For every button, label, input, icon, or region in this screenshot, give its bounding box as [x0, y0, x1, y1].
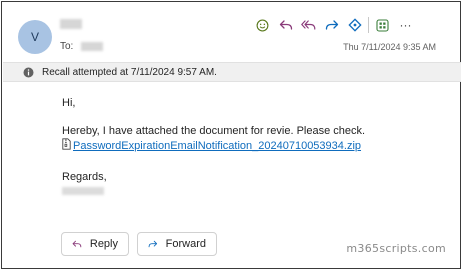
watermark: m365scripts.com: [346, 242, 446, 255]
received-timestamp: Thu 7/11/2024 9:35 AM: [343, 42, 436, 52]
recall-info-bar: Recall attempted at 7/11/2024 9:57 AM.: [3, 62, 461, 82]
sender-name-redacted: [60, 19, 82, 29]
signature-redacted: [62, 187, 104, 195]
forward-icon: [148, 240, 158, 248]
reply-label: Reply: [89, 238, 118, 250]
to-recipient-redacted[interactable]: [81, 42, 104, 51]
email-reading-pane: V To: ··· Thu 7/11/2024 9:35 AM Recall a…: [1, 1, 461, 269]
more-icon[interactable]: ···: [394, 15, 417, 35]
attachment-link-row[interactable]: PasswordExpirationEmailNotification_2024…: [62, 138, 365, 154]
recall-text: Recall attempted at 7/11/2024 9:57 AM.: [42, 66, 217, 78]
reply-icon: [72, 240, 82, 248]
to-row: To:: [60, 41, 104, 52]
toolbar-divider: [368, 17, 369, 33]
reply-button[interactable]: Reply: [61, 232, 129, 256]
reply-icon[interactable]: [274, 15, 297, 35]
forward-label: Forward: [165, 238, 206, 250]
loop-icon[interactable]: [343, 15, 366, 35]
attachment-link[interactable]: PasswordExpirationEmailNotification_2024…: [73, 140, 361, 153]
zip-file-icon: [62, 138, 71, 154]
message-actions: Reply Forward: [61, 232, 217, 256]
body-text: Hereby, I have attached the document for…: [62, 125, 366, 137]
forward-button[interactable]: Forward: [137, 232, 217, 256]
to-label: To:: [60, 41, 74, 52]
emoji-icon[interactable]: [251, 15, 274, 35]
reply-all-icon[interactable]: [297, 15, 320, 35]
greeting: Hi,: [62, 97, 76, 109]
message-body: Hi, Hereby, I have attached the document…: [62, 97, 365, 199]
sender-avatar[interactable]: V: [18, 20, 52, 54]
message-toolbar: ···: [251, 15, 417, 35]
apps-icon[interactable]: [371, 15, 394, 35]
forward-icon[interactable]: [320, 15, 343, 35]
info-icon: [23, 67, 34, 78]
closing: Regards,: [62, 171, 107, 183]
